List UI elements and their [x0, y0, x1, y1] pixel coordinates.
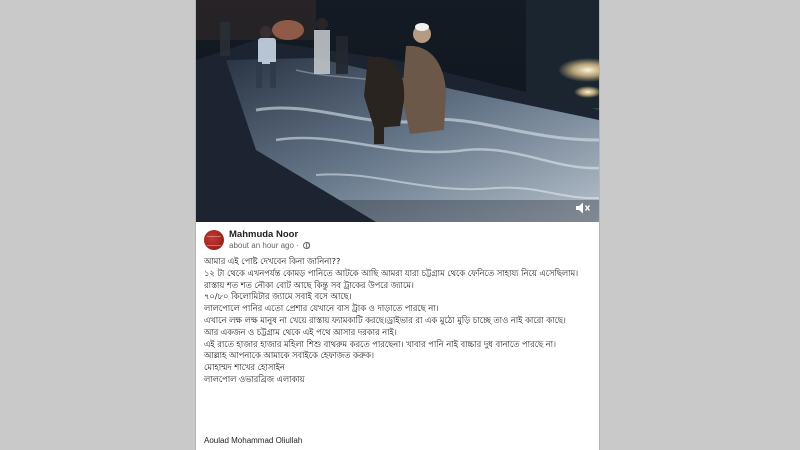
post-line: রাস্তায় শত শত নৌকা বোট আছে কিন্তু সব ট্… [204, 279, 414, 290]
post-text: আমার এই পোষ্ট দেখবেন কিনা জানিনা?? ১২ টা… [204, 256, 594, 386]
post-line: আমার এই পোষ্ট দেখবেন কিনা জানিনা?? [204, 256, 341, 266]
post-line: মোহাম্মদ শাখের হোসাইন [204, 362, 285, 373]
post-body: Mahmuda Noor about an hour ago · আমার এই… [196, 222, 599, 450]
post-card: Mahmuda Noor about an hour ago · আমার এই… [196, 0, 599, 450]
post-line: এই রাতে হাজার হাজার মহিলা শিশু বাথরুম কর… [204, 338, 556, 349]
post-line: আল্লাহ আপনাকে আমাকে সবাইকে হেফাজত করুক। [204, 350, 374, 361]
flood-video[interactable] [196, 0, 599, 222]
speaker-muted-icon[interactable] [575, 201, 591, 215]
post-line: আর একজন ও চট্টগ্রাম থেকে এই পথে আসার দরক… [204, 326, 397, 337]
globe-icon [303, 242, 311, 249]
author-name[interactable]: Mahmuda Noor [229, 229, 298, 240]
post-line: লালপোল ওভারব্রিজ এলাকায় [204, 373, 305, 384]
video-scene [196, 0, 599, 222]
post-line: লালপোলে পানির এতো প্রেশার যেখানে বাস ট্র… [204, 303, 439, 314]
post-meta: about an hour ago · [229, 241, 311, 250]
post-line: এখানে লক্ষ লক্ষ মানুষ না খেয়ে রাস্তায় … [204, 314, 566, 325]
post-line: ৭০/৮০ কিলোমিটার জ্যামে সবাই বসে আছে। [204, 291, 352, 302]
post-line: ১২ টা থেকে এখনপর্যন্ত কোমড় পানিতে আটকে … [204, 267, 579, 278]
post-signature: Aoulad Mohammad Oliullah [204, 436, 303, 445]
avatar[interactable] [204, 230, 224, 250]
post-timestamp[interactable]: about an hour ago [229, 241, 294, 250]
